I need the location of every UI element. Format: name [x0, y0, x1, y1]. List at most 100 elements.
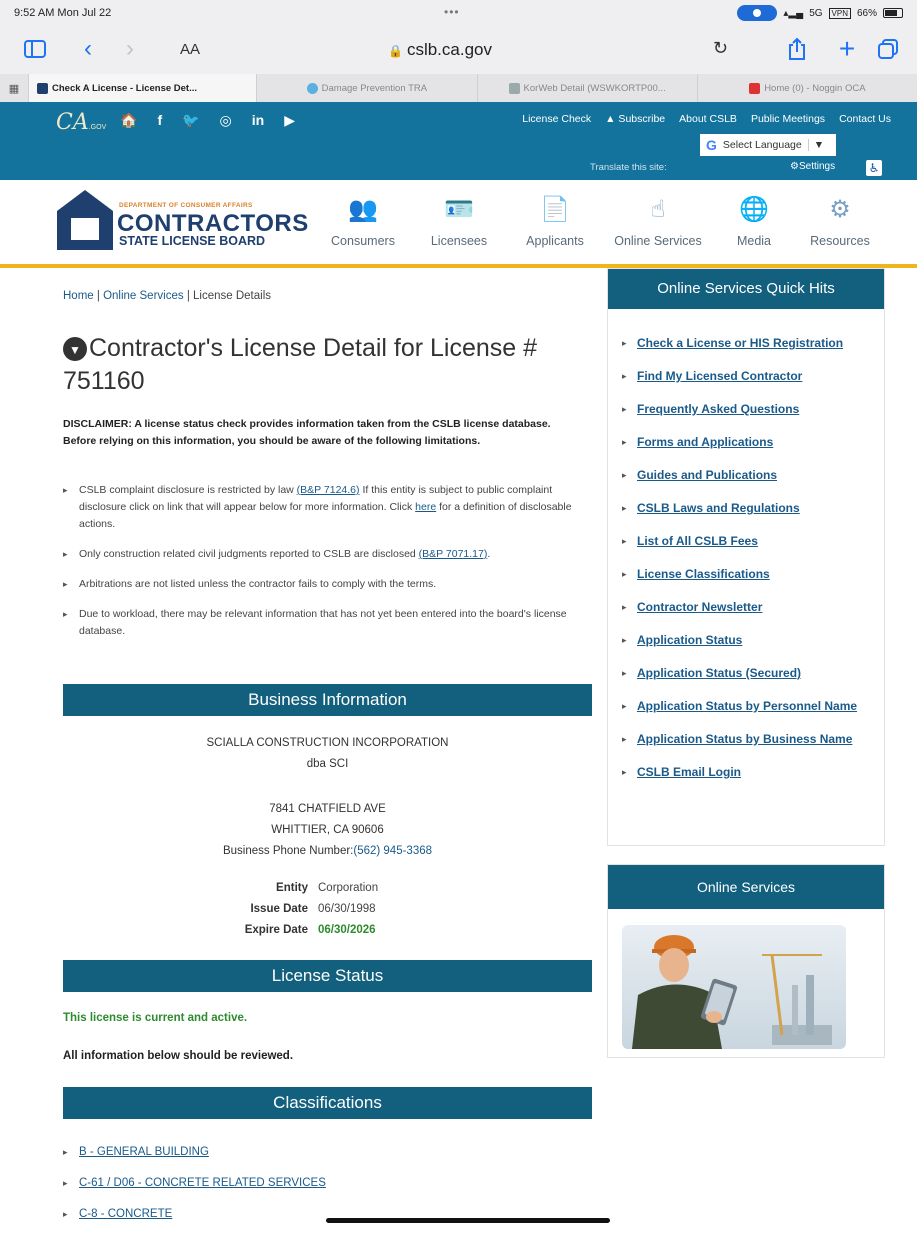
network-label: 5G: [809, 7, 823, 19]
bp-7124-link[interactable]: (B&P 7124.6): [297, 484, 360, 496]
contractor-tablet-image[interactable]: [622, 925, 846, 1049]
issue-date-value: 06/30/1998: [318, 903, 376, 915]
quick-hit-link[interactable]: CSLB Email Login: [637, 765, 741, 779]
address-bar[interactable]: AA 🔒 cslb.ca.gov ↻: [160, 32, 728, 68]
tab-damage-prevention[interactable]: Damage Prevention TRA: [256, 74, 476, 102]
screen-record-pill: [737, 5, 778, 21]
list-item: List of All CSLB Fees: [622, 531, 874, 551]
breadcrumb-current: License Details: [193, 290, 271, 302]
quick-hit-link[interactable]: Application Status by Personnel Name: [637, 699, 857, 713]
breadcrumb-online-services[interactable]: Online Services: [103, 290, 184, 302]
back-icon[interactable]: ‹: [78, 34, 98, 64]
quick-hit-link[interactable]: Frequently Asked Questions: [637, 402, 799, 416]
social-links: 🏠 f 🐦 ◎ in ▶: [120, 112, 295, 129]
share-icon[interactable]: [786, 34, 808, 64]
people-icon: 👥: [348, 196, 378, 223]
quick-hit-link[interactable]: CSLB Laws and Regulations: [637, 501, 800, 515]
sidebar-toggle-icon[interactable]: [22, 34, 48, 64]
hand-pointer-icon: ☝: [650, 196, 666, 223]
caret-down-icon[interactable]: ▼: [63, 337, 87, 361]
cslb-logo[interactable]: DEPARTMENT OF CONSUMER AFFAIRS CONTRACTO…: [57, 190, 308, 250]
home-indicator[interactable]: [326, 1218, 610, 1223]
linkedin-icon[interactable]: in: [252, 112, 264, 129]
quick-hit-link[interactable]: Contractor Newsletter: [637, 600, 762, 614]
tab-check-a-license[interactable]: Check A License - License Det...: [28, 74, 257, 102]
bullet-text: .: [487, 548, 491, 560]
list-item: B - GENERAL BUILDING: [63, 1146, 326, 1177]
nav-applicants[interactable]: 📄 Applicants: [507, 192, 603, 248]
signal-icon: ▴▂▄: [783, 7, 804, 19]
tab-korweb-detail[interactable]: KorWeb Detail (WSWKORTP00...: [476, 74, 697, 102]
youtube-icon[interactable]: ▶: [284, 112, 295, 129]
license-check-link[interactable]: License Check: [522, 113, 591, 125]
here-link[interactable]: here: [415, 501, 436, 513]
about-cslb-link[interactable]: About CSLB: [679, 113, 737, 125]
nav-licensees[interactable]: 🪪 Licensees: [411, 192, 507, 248]
list-item: Guides and Publications: [622, 465, 874, 485]
nav-label: Online Services: [614, 234, 702, 248]
classifications-list: B - GENERAL BUILDING C-61 / D06 - CONCRE…: [63, 1146, 326, 1239]
quick-hit-link[interactable]: Application Status by Business Name: [637, 732, 852, 746]
language-select[interactable]: G Select Language ▼: [700, 134, 836, 156]
nav-label: Consumers: [331, 234, 395, 248]
online-services-heading: Online Services: [608, 865, 884, 909]
list-item: Forms and Applications: [622, 432, 874, 452]
bp-7071-link[interactable]: (B&P 7071.17): [419, 548, 488, 560]
url-text: cslb.ca.gov: [406, 40, 492, 59]
settings-link[interactable]: ⚙Settings: [790, 161, 835, 172]
tab-noggin[interactable]: Home (0) - Noggin OCA: [696, 74, 917, 102]
multitask-dots[interactable]: •••: [444, 5, 460, 19]
instagram-icon[interactable]: ◎: [220, 112, 232, 129]
ca-logo-sub: .GOV: [88, 124, 107, 131]
accessibility-icon[interactable]: ♿: [866, 160, 882, 176]
dept-name: DEPARTMENT OF CONSUMER AFFAIRS: [119, 202, 253, 209]
business-phone: Business Phone Number:(562) 945-3368: [63, 841, 592, 862]
home-icon[interactable]: 🏠: [120, 112, 137, 129]
classification-link[interactable]: C-8 - CONCRETE: [79, 1208, 172, 1220]
breadcrumb-home[interactable]: Home: [63, 290, 94, 302]
quick-hits-panel: Online Services Quick Hits Check a Licen…: [607, 268, 885, 846]
quick-hit-link[interactable]: Check a License or HIS Registration: [637, 336, 843, 350]
facebook-icon[interactable]: f: [157, 112, 162, 129]
quick-hit-link[interactable]: Application Status (Secured): [637, 666, 801, 680]
public-meetings-link[interactable]: Public Meetings: [751, 113, 825, 125]
classification-link[interactable]: C-61 / D06 - CONCRETE RELATED SERVICES: [79, 1177, 326, 1189]
contact-us-link[interactable]: Contact Us: [839, 113, 891, 125]
list-item: Due to workload, there may be relevant i…: [63, 606, 588, 640]
page-title-text: Contractor's License Detail for License …: [63, 334, 538, 395]
quick-hits-heading: Online Services Quick Hits: [608, 269, 884, 309]
tab-label: Check A License - License Det...: [52, 82, 198, 94]
new-tab-icon[interactable]: +: [836, 33, 858, 64]
ca-gov-logo[interactable]: CA.GOV: [56, 110, 106, 135]
nav-media[interactable]: 🌐 Media: [713, 192, 795, 248]
phone-link[interactable]: (562) 945-3368: [353, 845, 432, 857]
quick-hit-link[interactable]: Application Status: [637, 633, 742, 647]
url-display[interactable]: 🔒 cslb.ca.gov: [160, 40, 720, 60]
online-services-panel: Online Services: [607, 864, 885, 1058]
nav-online-services[interactable]: ☝ Online Services: [603, 192, 713, 248]
business-name: SCIALLA CONSTRUCTION INCORPORATION: [206, 737, 449, 749]
entity-label: Entity: [276, 882, 308, 894]
list-item: License Classifications: [622, 564, 874, 584]
quick-hit-link[interactable]: License Classifications: [637, 567, 770, 581]
quick-hit-link[interactable]: Find My Licensed Contractor: [637, 369, 802, 383]
license-facts: Entity Corporation Issue Date 06/30/1998 E…: [63, 878, 592, 941]
clock: 9:52 AM Mon Jul 22: [14, 7, 112, 19]
forward-icon[interactable]: ›: [120, 34, 140, 64]
tab-grid-icon[interactable]: ▦: [0, 74, 28, 102]
list-item: CSLB complaint disclosure is restricted …: [63, 482, 588, 533]
language-select-label: Select Language: [722, 139, 802, 151]
nav-resources[interactable]: ⚙ Resources: [795, 192, 885, 248]
google-icon: G: [706, 137, 717, 153]
quick-hit-link[interactable]: Guides and Publications: [637, 468, 777, 482]
tabs-overview-icon[interactable]: [876, 34, 900, 64]
quick-hit-link[interactable]: Forms and Applications: [637, 435, 773, 449]
subscribe-link[interactable]: ▲ Subscribe: [605, 113, 665, 125]
classification-link[interactable]: B - GENERAL BUILDING: [79, 1146, 209, 1158]
twitter-icon[interactable]: 🐦: [182, 112, 199, 129]
nav-consumers[interactable]: 👥 Consumers: [315, 192, 411, 248]
battery-icon: [883, 8, 903, 18]
phone-label: Business Phone Number:: [222, 845, 354, 857]
quick-hit-link[interactable]: List of All CSLB Fees: [637, 534, 758, 548]
reload-icon[interactable]: ↻: [713, 38, 728, 59]
